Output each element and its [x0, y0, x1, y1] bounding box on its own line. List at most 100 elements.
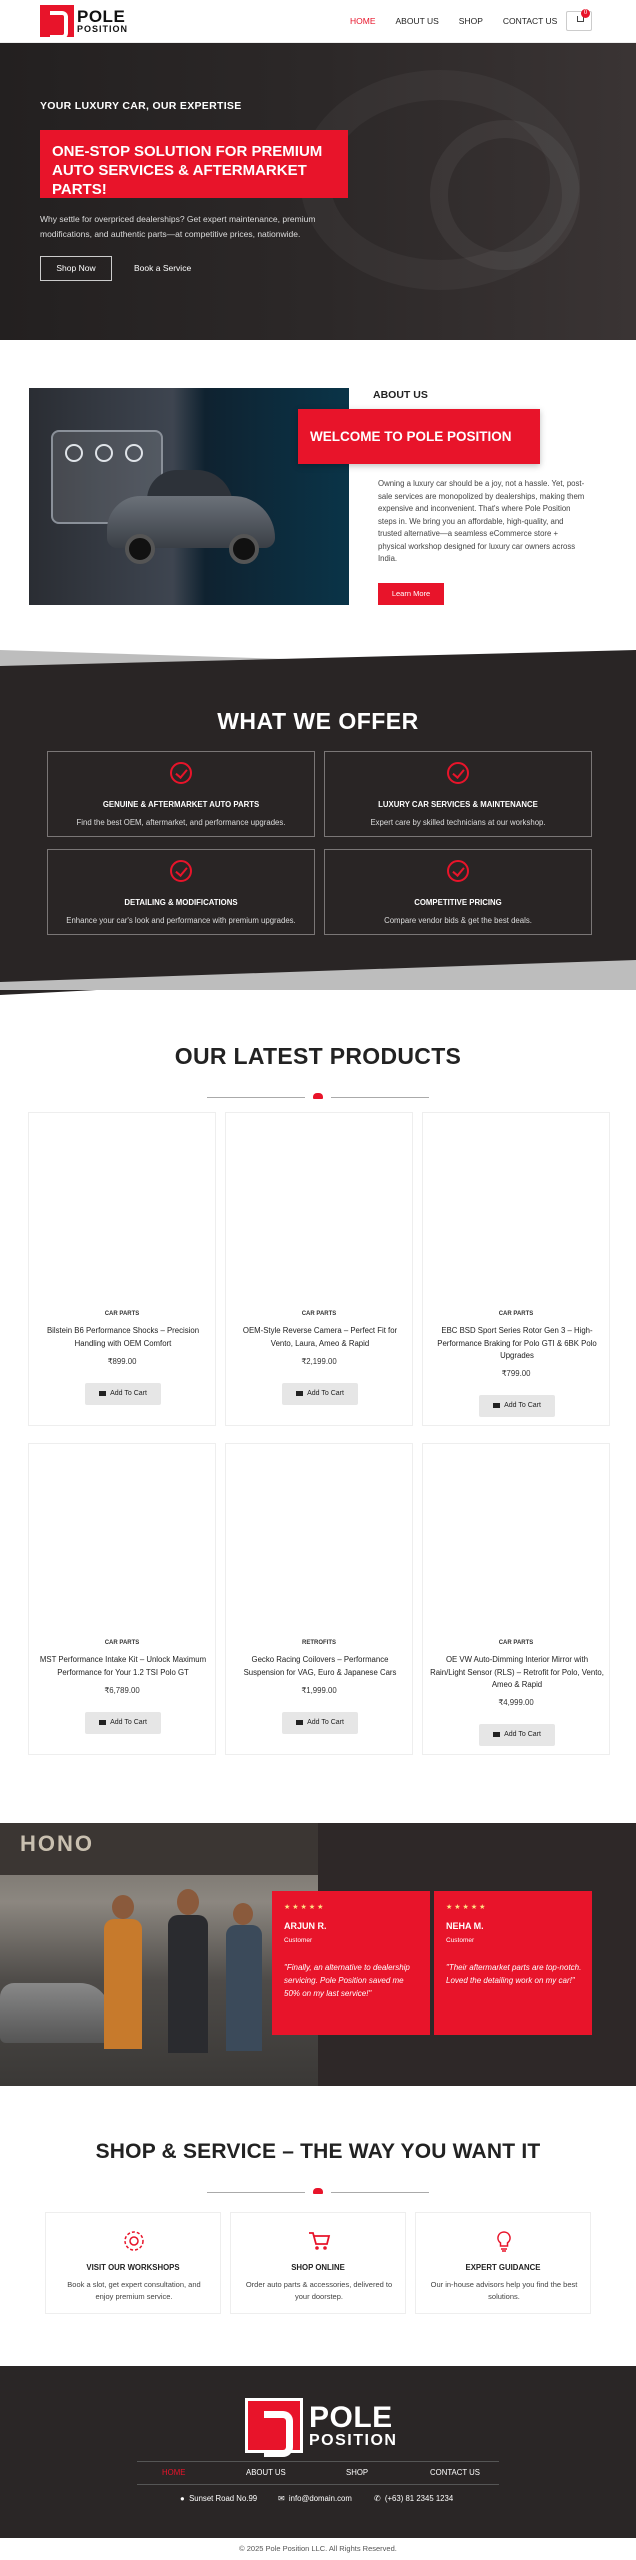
team-photo: HONO: [0, 1823, 318, 2086]
cart-count-badge: 0: [581, 9, 590, 18]
person-head: [177, 1889, 199, 1915]
product-card[interactable]: CAR PARTS Bilstein B6 Performance Shocks…: [28, 1112, 216, 1426]
testimonial-name: ARJUN R.: [284, 1921, 327, 1931]
person-head: [112, 1895, 134, 1919]
logo[interactable]: POLE POSITION: [40, 5, 128, 39]
phone-text: (+63) 81 2345 1234: [384, 2494, 454, 2503]
testimonial-role: Customer: [446, 1937, 475, 1944]
learn-more-button[interactable]: Learn More: [378, 583, 444, 605]
product-name[interactable]: MST Performance Intake Kit – Unlock Maxi…: [35, 1654, 211, 1679]
testimonial-quote: "Finally, an alternative to dealership s…: [284, 1963, 410, 1998]
add-to-cart-label: Add To Cart: [307, 1719, 344, 1726]
nav-about[interactable]: ABOUT US: [396, 16, 439, 26]
logo-mark-icon: [245, 2398, 303, 2457]
testimonial-name: NEHA M.: [446, 1921, 484, 1931]
car-wheel-graphic: [125, 534, 155, 564]
products-heading: OUR LATEST PRODUCTS: [174, 1043, 462, 1069]
offer-card-desc: Enhance your car's look and performance …: [66, 916, 296, 925]
offer-card-desc: Compare vendor bids & get the best deals…: [384, 916, 532, 925]
add-to-cart-label: Add To Cart: [504, 1731, 541, 1738]
product-card[interactable]: CAR PARTS OE VW Auto-Dimming Interior Mi…: [422, 1443, 610, 1755]
cart-icon: [296, 1390, 304, 1396]
service-card: SHOP ONLINE Order auto parts & accessori…: [230, 2212, 406, 2314]
footer-nav-contact[interactable]: CONTACT US: [430, 2468, 480, 2477]
footer-logo-line1: POLE: [309, 2400, 393, 2434]
location-pin-icon: ●: [180, 2494, 185, 2503]
service-card-desc: Order auto parts & accessories, delivere…: [245, 2280, 393, 2301]
product-category: RETROFITS: [302, 1640, 336, 1646]
welcome-banner: WELCOME TO POLE POSITION: [298, 409, 540, 464]
product-price: ₹1,999.00: [301, 1686, 337, 1695]
nav-contact[interactable]: CONTACT US: [503, 16, 557, 26]
offer-card-title: DETAILING & MODIFICATIONS: [124, 898, 238, 907]
add-to-cart-button[interactable]: Add To Cart: [282, 1712, 358, 1734]
gear-icon: [124, 2231, 144, 2251]
product-name[interactable]: Bilstein B6 Performance Shocks – Precisi…: [35, 1325, 211, 1350]
speedometer-icon: [125, 444, 143, 462]
nav-shop[interactable]: SHOP: [459, 16, 483, 26]
person-silhouette: [104, 1919, 142, 2049]
product-card[interactable]: CAR PARTS MST Performance Intake Kit – U…: [28, 1443, 216, 1755]
hero-tagline: YOUR LUXURY CAR, OUR EXPERTISE: [40, 100, 242, 112]
cart-button[interactable]: 0: [566, 9, 592, 31]
cart-icon: [309, 2232, 331, 2250]
product-card[interactable]: CAR PARTS EBC BSD Sport Series Rotor Gen…: [422, 1112, 610, 1426]
footer-nav-shop[interactable]: SHOP: [346, 2468, 368, 2477]
product-category: CAR PARTS: [498, 1640, 534, 1646]
check-circle-icon: [170, 762, 192, 784]
footer-email[interactable]: ✉ info@domain.com: [278, 2494, 352, 2503]
add-to-cart-button[interactable]: Add To Cart: [85, 1383, 161, 1405]
product-category: CAR PARTS: [498, 1311, 534, 1317]
add-to-cart-button[interactable]: Add To Cart: [85, 1712, 161, 1734]
product-card[interactable]: RETROFITS Gecko Racing Coilovers – Perfo…: [225, 1443, 413, 1755]
service-card-desc: Book a slot, get expert consultation, an…: [67, 2280, 201, 2301]
site-header: POLE POSITION HOME ABOUT US SHOP CONTACT…: [0, 0, 636, 43]
add-to-cart-label: Add To Cart: [307, 1390, 344, 1397]
testimonial-role: Customer: [284, 1937, 313, 1944]
service-card: VISIT OUR WORKSHOPS Book a slot, get exp…: [45, 2212, 221, 2314]
cart-icon: [99, 1390, 107, 1396]
envelope-icon: ✉: [278, 2494, 285, 2503]
hero-subtext: Why settle for overpriced dealerships? G…: [40, 214, 316, 239]
footer-nav-home[interactable]: HOME: [162, 2468, 185, 2477]
car-wheel-graphic: [229, 534, 259, 564]
copyright: © 2025 Pole Position LLC. All Rights Res…: [0, 2538, 636, 2560]
offer-card: GENUINE & AFTERMARKET AUTO PARTS Find th…: [47, 751, 315, 837]
book-service-button[interactable]: Book a Service: [134, 256, 194, 281]
testimonial-quote: "Their aftermarket parts are top-notch. …: [446, 1963, 582, 1985]
footer-logo[interactable]: POLE POSITION: [245, 2398, 397, 2457]
add-to-cart-label: Add To Cart: [504, 1402, 541, 1409]
product-name[interactable]: EBC BSD Sport Series Rotor Gen 3 – High-…: [429, 1325, 605, 1363]
footer-phone[interactable]: ✆ (+63) 81 2345 1234: [374, 2494, 453, 2503]
bulb-icon: [497, 2231, 511, 2252]
email-text: info@domain.com: [288, 2494, 352, 2503]
add-to-cart-button[interactable]: Add To Cart: [479, 1395, 555, 1417]
offer-card: LUXURY CAR SERVICES & MAINTENANCE Expert…: [324, 751, 592, 837]
testimonial-card: ★★★★★ ARJUN R. Customer "Finally, an alt…: [272, 1891, 430, 2035]
service-card-title: EXPERT GUIDANCE: [465, 2263, 541, 2272]
add-to-cart-button[interactable]: Add To Cart: [282, 1383, 358, 1405]
product-card[interactable]: CAR PARTS OEM-Style Reverse Camera – Per…: [225, 1112, 413, 1426]
product-price: ₹4,999.00: [498, 1698, 534, 1707]
nav-home[interactable]: HOME: [350, 16, 376, 26]
shop-now-button[interactable]: Shop Now: [40, 256, 112, 281]
footer-nav-about[interactable]: ABOUT US: [246, 2468, 286, 2477]
cart-icon: [493, 1402, 501, 1408]
product-name[interactable]: Gecko Racing Coilovers – Performance Sus…: [232, 1654, 408, 1679]
add-to-cart-button[interactable]: Add To Cart: [479, 1724, 555, 1746]
logo-text-line1: POLE: [77, 7, 126, 26]
hero-headline-box: ONE-STOP SOLUTION FOR PREMIUM AUTO SERVI…: [40, 130, 348, 198]
about-heading: ABOUT US: [373, 389, 428, 401]
product-name[interactable]: OEM-Style Reverse Camera – Perfect Fit f…: [232, 1325, 408, 1350]
divider-line: [207, 2192, 305, 2193]
product-name[interactable]: OE VW Auto-Dimming Interior Mirror with …: [429, 1654, 605, 1692]
hero-bg-wheel-inner: [430, 120, 580, 270]
cart-icon: [296, 1719, 304, 1725]
person-silhouette: [226, 1925, 262, 2051]
gear-icon: [95, 444, 113, 462]
check-circle-icon: [447, 762, 469, 784]
service-card-title: VISIT OUR WORKSHOPS: [86, 2263, 180, 2272]
divider-line: [331, 1097, 429, 1098]
wrench-icon: [65, 444, 83, 462]
product-price: ₹899.00: [107, 1357, 137, 1366]
